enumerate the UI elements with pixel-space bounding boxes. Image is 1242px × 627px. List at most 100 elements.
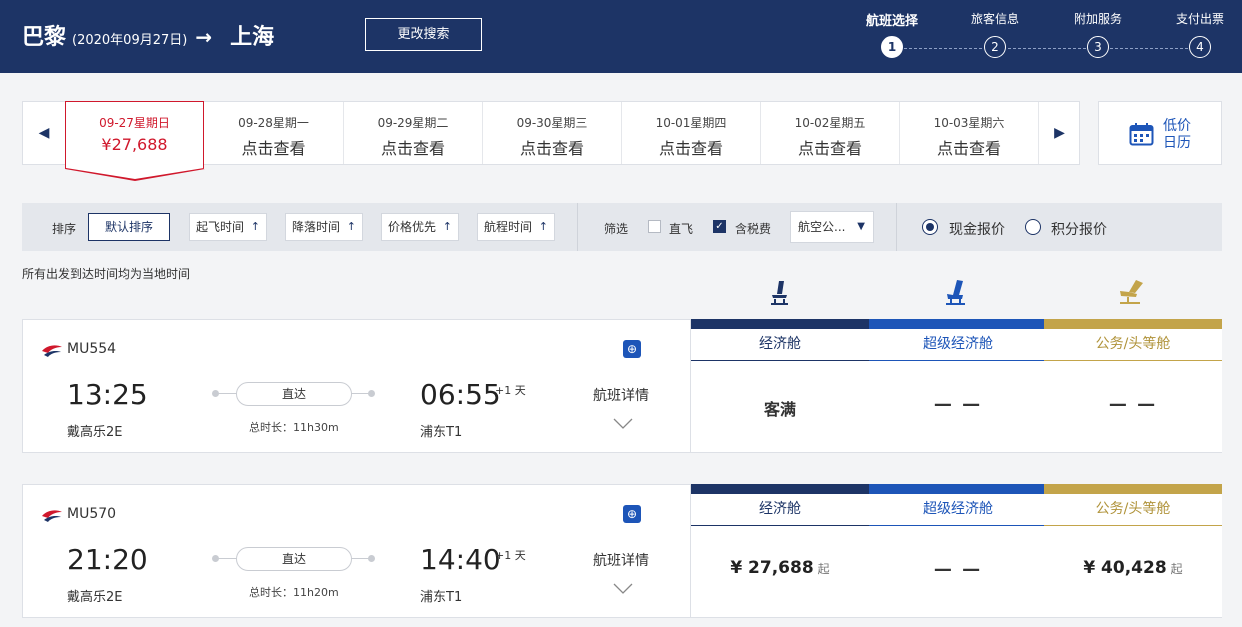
day-offset: +1 天 [495,549,526,562]
date-cell-selected[interactable]: 09-27星期日 ¥27,688 [64,101,205,181]
sort-duration-button[interactable]: 航程时间 ↑ [477,213,555,241]
economy-fare-cell[interactable]: 经济舱 ¥ 27,688 起 [691,484,869,618]
arrival-time: 14:40 [420,543,501,576]
economy-color-bar [691,484,869,494]
travel-date: (2020年09月27日) [72,33,188,48]
booking-steps: 航班选择 1 旅客信息 2 附加服务 3 支付出票 4 [852,10,1224,65]
date-label: 09-28星期一 [238,116,309,130]
sort-label-text: 降落时间 [292,220,341,234]
airline-select[interactable]: 航空公... ▼ [790,211,874,243]
economy-cabin-label: 经济舱 [691,494,869,526]
business-cabin-label: 公务/头等舱 [1044,494,1222,526]
departure-time: 21:20 [67,543,148,576]
calendar-icon [1129,123,1154,146]
step-label: 旅客信息 [970,12,1019,26]
total-duration: 总时长：11h20m [249,586,339,599]
economy-seat-icon [771,281,788,305]
date-price: ¥27,688 [101,135,168,154]
date-cell[interactable]: 10-03星期六 点击查看 [899,102,1038,164]
date-cell[interactable]: 10-01星期四 点击查看 [621,102,760,164]
departure-time: 13:25 [67,378,148,411]
points-price-label: 积分报价 [1051,222,1107,238]
step-number: 2 [984,36,1006,58]
calendar-label-line2: 日历 [1163,135,1191,151]
step-number: 3 [1087,36,1109,58]
economy-color-bar [691,319,869,329]
arrival-airport: 浦东T1 [420,590,463,605]
sort-price-button[interactable]: 价格优先 ↑ [381,213,459,241]
flight-detail-link[interactable]: 航班详情 [593,550,649,570]
flight-number: MU554 [67,341,117,357]
chevron-down-icon[interactable] [613,418,633,430]
sort-up-icon: ↑ [346,220,356,233]
cash-price-label: 现金报价 [949,222,1005,238]
step-label: 航班选择 [865,14,918,29]
route-dot [368,390,375,397]
filter-label: 筛选 [604,222,629,236]
date-cell[interactable]: 09-29星期二 点击查看 [343,102,482,164]
date-price: 点击查看 [241,139,306,158]
arrival-time: 06:55 [420,378,501,411]
direct-checkbox[interactable] [648,220,661,233]
calendar-label: 低价 日历 [1163,118,1191,152]
sort-up-icon: ↑ [442,220,452,233]
date-selector: ◀ 09-27星期日 ¥27,688 09-28星期一 点击查看 09-29星期… [22,101,1080,181]
business-color-bar [1044,319,1222,329]
default-sort-button[interactable]: 默认排序 [88,213,170,241]
header-bar: 巴黎 (2020年09月27日) → 上海 更改搜索 航班选择 1 旅客信息 2 附加… [0,0,1242,73]
points-price-radio[interactable] [1025,219,1041,235]
local-time-note: 所有出发到达时间均为当地时间 [22,267,191,281]
premium-economy-cabin-label: 超级经济舱 [869,329,1047,361]
date-cell[interactable]: 10-02星期五 点击查看 [760,102,899,164]
business-fare-value: — — [1108,394,1158,415]
route-summary: 巴黎 (2020年09月27日) → 上海 [22,19,274,51]
date-label: 09-29星期二 [377,116,449,130]
date-cell[interactable]: 09-30星期三 点击查看 [482,102,621,164]
date-label: 09-27星期日 [99,116,170,130]
change-search-button[interactable]: 更改搜索 [365,18,482,51]
globe-icon[interactable]: ⊕ [623,505,641,523]
chevron-down-icon[interactable] [613,583,633,595]
step-number: 4 [1189,36,1211,58]
step-payment: 支付出票 4 [1160,10,1240,58]
next-date-arrow-icon[interactable]: ▶ [1038,102,1080,164]
low-price-calendar-button[interactable]: 低价 日历 [1098,101,1222,165]
sort-label: 排序 [52,222,77,236]
china-eastern-logo-icon [42,345,62,357]
flight-card: MU570 ⊕ 21:20 戴高乐2E 直达 总时长：11h20m 14:40 … [22,484,1222,618]
arrival-airport: 浦东T1 [420,425,463,440]
flight-detail-link[interactable]: 航班详情 [593,385,649,405]
sort-label-text: 航程时间 [484,220,533,234]
filter-bar: 排序 默认排序 起飞时间 ↑ 降落时间 ↑ 价格优先 ↑ 航程时间 ↑ 筛选 直飞 ✓ … [22,203,1222,251]
sort-departure-time-button[interactable]: 起飞时间 ↑ [189,213,267,241]
business-fare-cell[interactable]: 公务/头等舱 ¥ 40,428 起 [1044,484,1222,618]
business-fare-cell[interactable]: 公务/头等舱 — — [1044,319,1222,453]
sort-arrival-time-button[interactable]: 降落时间 ↑ [285,213,363,241]
business-color-bar [1044,484,1222,494]
premium-economy-fare-value: — — [933,559,983,580]
business-fare-price: ¥ 40,428 起 [1044,558,1222,578]
flight-info: MU554 ⊕ 13:25 戴高乐2E 直达 总时长：11h30m 06:55 … [22,319,691,453]
cash-price-radio[interactable] [922,219,938,235]
globe-icon[interactable]: ⊕ [623,340,641,358]
china-eastern-logo-icon [42,510,62,522]
economy-fare-value: 客满 [763,400,796,419]
premium-economy-cabin-label: 超级经济舱 [869,494,1047,526]
flight-info: MU570 ⊕ 21:20 戴高乐2E 直达 总时长：11h20m 14:40 … [22,484,691,618]
business-cabin-label: 公务/头等舱 [1044,329,1222,361]
divider [577,203,578,251]
price-suffix: 起 [817,562,830,576]
dropdown-caret-icon: ▼ [857,221,865,232]
prev-date-arrow-icon[interactable]: ◀ [23,102,65,164]
economy-fare-cell[interactable]: 经济舱 客满 [691,319,869,453]
premium-economy-fare-cell[interactable]: 超级经济舱 — — [869,319,1047,453]
tax-included-label: 含税费 [735,222,772,236]
premium-economy-fare-cell[interactable]: 超级经济舱 — — [869,484,1047,618]
date-price: 点击查看 [936,139,1001,158]
date-cell[interactable]: 09-28星期一 点击查看 [204,102,343,164]
tax-included-checkbox[interactable]: ✓ [713,220,726,233]
step-number: 1 [881,36,903,58]
departure-airport: 戴高乐2E [67,590,123,605]
premium-economy-color-bar [869,319,1047,329]
day-offset: +1 天 [495,384,526,397]
